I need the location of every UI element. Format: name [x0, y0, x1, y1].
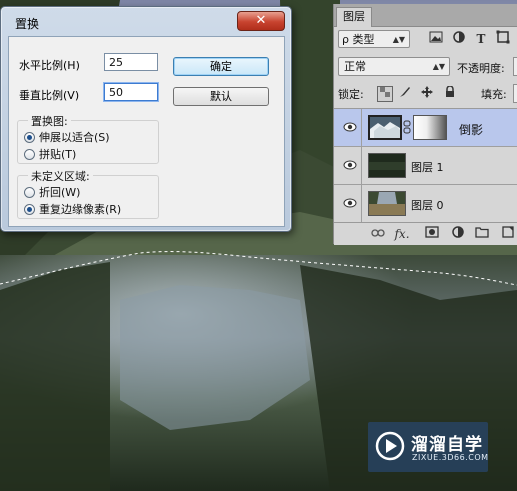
- visibility-toggle[interactable]: [334, 109, 362, 146]
- shape-filter-icon[interactable]: [495, 30, 511, 48]
- radio-button[interactable]: [24, 186, 35, 198]
- radio-label: 折回(W): [39, 186, 81, 199]
- visibility-toggle[interactable]: [334, 147, 362, 184]
- undefined-areas-group: 未定义区域: 折回(W) 重复边缘像素(R): [17, 168, 159, 219]
- lock-label: 锁定:: [338, 88, 364, 101]
- undefined-areas-title: 未定义区域:: [28, 168, 93, 184]
- layer-thumbnail[interactable]: [368, 115, 402, 140]
- watermark-brand: 溜溜自学: [411, 435, 483, 455]
- link-layers-icon[interactable]: [370, 226, 386, 242]
- layer-filter-select[interactable]: ρ 类型 ▲▼: [338, 30, 410, 48]
- vertical-scale-label: 垂直比例(V): [19, 89, 80, 102]
- lock-image-pixels-icon[interactable]: [398, 86, 412, 100]
- chevron-updown-icon: ▲▼: [392, 35, 405, 44]
- radio-button-selected[interactable]: [24, 131, 35, 143]
- radio-stretch-to-fit[interactable]: 伸展以适合(S): [24, 129, 110, 145]
- horizontal-scale-label: 水平比例(H): [19, 59, 80, 72]
- new-layer-icon[interactable]: [500, 226, 516, 242]
- add-mask-icon[interactable]: [424, 226, 440, 242]
- visibility-toggle[interactable]: [334, 185, 362, 222]
- fill-input[interactable]: [513, 84, 517, 103]
- radio-button-selected[interactable]: [24, 203, 35, 215]
- layer-name[interactable]: 图层 1: [411, 159, 444, 175]
- radio-label: 重复边缘像素(R): [39, 203, 122, 216]
- radio-repeat-edge-pixels[interactable]: 重复边缘像素(R): [24, 201, 121, 217]
- radio-wrap-around[interactable]: 折回(W): [24, 184, 80, 200]
- layers-panel-footer: fx.: [334, 222, 517, 245]
- displacement-map-title: 置换图:: [28, 113, 71, 129]
- default-button[interactable]: 默认: [173, 87, 269, 106]
- fill-label: 填充:: [481, 88, 507, 101]
- layer-name[interactable]: 图层 0: [411, 197, 444, 213]
- image-filter-icon[interactable]: [428, 30, 444, 48]
- horizontal-scale-input[interactable]: 25: [104, 53, 158, 71]
- radio-label: 伸展以适合(S): [39, 131, 110, 144]
- chevron-updown-icon: ▲▼: [432, 62, 445, 71]
- layers-panel: 图层 ρ 类型 ▲▼ T 正常 ▲▼ 不透明度: 锁定: 填充: 倒影 图层 1…: [333, 4, 517, 245]
- eye-icon: [343, 122, 357, 132]
- layers-list: 倒影 图层 1 图层 0: [334, 108, 517, 223]
- layer-style-fx-icon[interactable]: fx.: [394, 226, 410, 242]
- new-group-folder-icon[interactable]: [474, 226, 490, 242]
- adjustment-layer-icon[interactable]: [450, 226, 466, 242]
- displacement-map-group: 置换图: 伸展以适合(S) 拼贴(T): [17, 113, 159, 164]
- close-button[interactable]: ✕: [237, 11, 285, 31]
- eye-icon: [343, 160, 357, 170]
- layer-thumbnail[interactable]: [368, 153, 406, 178]
- lock-all-icon[interactable]: [443, 85, 457, 100]
- blend-mode-select[interactable]: 正常 ▲▼: [338, 57, 450, 76]
- panel-tabbar: 图层: [334, 4, 517, 27]
- opacity-input[interactable]: [513, 57, 517, 76]
- filter-type-label: ρ 类型: [342, 33, 375, 46]
- adjustment-filter-icon[interactable]: [451, 30, 467, 48]
- radio-tile[interactable]: 拼贴(T): [24, 146, 76, 162]
- dialog-body: 水平比例(H) 25 垂直比例(V) 50 确定 默认 置换图: 伸展以适合(S…: [8, 36, 285, 227]
- layer-thumbnail[interactable]: [368, 191, 406, 216]
- layer-mask-thumbnail[interactable]: [413, 115, 447, 140]
- layer-row-layer-0[interactable]: 图层 0: [334, 185, 517, 223]
- dialog-titlebar[interactable]: 置换 ✕: [1, 7, 291, 33]
- layer-row-reflection[interactable]: 倒影: [334, 109, 517, 147]
- watermark-logo: 溜溜自学 ZIXUE.3D66.COM: [368, 422, 488, 472]
- radio-label: 拼贴(T): [39, 148, 77, 161]
- radio-button[interactable]: [24, 148, 35, 160]
- watermark-url: ZIXUE.3D66.COM: [412, 453, 489, 462]
- lock-position-icon[interactable]: [420, 86, 434, 100]
- play-logo-icon: [375, 431, 405, 461]
- link-icon[interactable]: [403, 120, 411, 137]
- tab-layers[interactable]: 图层: [336, 7, 372, 27]
- vertical-scale-input[interactable]: 50: [104, 83, 158, 101]
- lock-transparent-pixels-icon[interactable]: [377, 86, 393, 102]
- dialog-title: 置换: [15, 17, 40, 31]
- type-filter-icon[interactable]: T: [473, 30, 489, 48]
- opacity-label: 不透明度:: [457, 62, 505, 75]
- eye-icon: [343, 198, 357, 208]
- layer-name[interactable]: 倒影: [459, 121, 483, 138]
- ok-button[interactable]: 确定: [173, 57, 269, 76]
- layer-row-layer-1[interactable]: 图层 1: [334, 147, 517, 185]
- blend-mode-value: 正常: [344, 60, 366, 73]
- displace-dialog: 置换 ✕ 水平比例(H) 25 垂直比例(V) 50 确定 默认 置换图: 伸展…: [0, 6, 292, 232]
- close-icon: ✕: [255, 13, 267, 28]
